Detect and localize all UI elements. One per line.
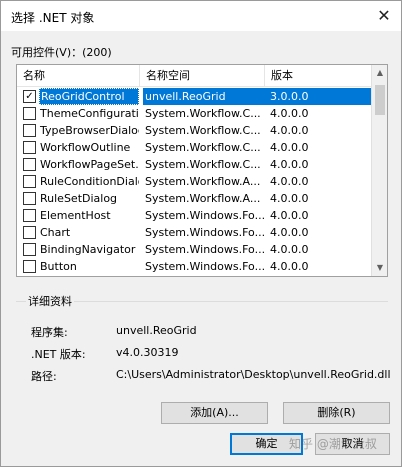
list-header: 名称 名称空间 版本 <box>17 65 372 87</box>
row-version: 3.0.0.0 <box>267 88 373 105</box>
row-version: 4.0.0.0 <box>270 243 309 256</box>
row-namespace: System.Workflow.C... <box>145 107 261 120</box>
row-version: 4.0.0.0 <box>270 192 309 205</box>
net-version-value: v4.0.30319 <box>116 346 179 359</box>
row-namespace: unvell.ReoGrid <box>143 88 267 105</box>
checkbox-icon[interactable] <box>23 209 36 222</box>
remove-button[interactable]: 删除(R) <box>283 402 390 424</box>
window-title: 选择 .NET 对象 <box>11 11 95 25</box>
vertical-scrollbar[interactable]: ▲ ▼ <box>371 65 387 276</box>
net-version-label: .NET 版本: <box>31 348 86 361</box>
checkbox-checked-icon[interactable]: ✓ <box>23 90 36 103</box>
row-namespace: System.Windows.Fo... <box>145 226 265 239</box>
row-name: TypeBrowserDialog <box>40 124 139 137</box>
list-rows: ✓ ReoGridControl unvell.ReoGrid 3.0.0.0 Them… <box>17 88 373 275</box>
scroll-thumb[interactable] <box>375 85 385 115</box>
list-row[interactable]: Button System.Windows.Fo... 4.0.0.0 <box>17 258 372 275</box>
row-version: 4.0.0.0 <box>270 175 309 188</box>
row-namespace: System.Windows.Fo... <box>145 260 265 273</box>
list-row[interactable]: ✓ ReoGridControl unvell.ReoGrid 3.0.0.0 <box>17 88 373 105</box>
checkbox-icon[interactable] <box>23 243 36 256</box>
details-legend: 详细资料 <box>26 293 74 309</box>
path-label: 路径: <box>31 370 57 383</box>
checkbox-icon[interactable] <box>23 141 36 154</box>
scroll-up-icon[interactable]: ▲ <box>372 65 387 81</box>
row-name: ReoGridControl <box>39 88 139 105</box>
checkbox-icon[interactable] <box>23 226 36 239</box>
row-name: Chart <box>40 226 71 239</box>
row-name: RuleSetDialog <box>40 192 118 205</box>
list-row[interactable]: WorkflowPageSet... System.Workflow.C... 4.… <box>17 156 372 173</box>
row-namespace: System.Workflow.C... <box>145 158 261 171</box>
close-icon[interactable]: ✕ <box>373 5 395 27</box>
row-name: ThemeConfigurati... <box>40 107 139 120</box>
column-header-name[interactable]: 名称 <box>17 65 140 87</box>
list-row[interactable]: BindingNavigator System.Windows.Fo... 4.0.… <box>17 241 372 258</box>
row-name: ElementHost <box>40 209 111 222</box>
assembly-label: 程序集: <box>31 326 68 339</box>
assembly-value: unvell.ReoGrid <box>116 324 197 337</box>
list-row[interactable]: TypeBrowserDialog System.Workflow.C... 4.0… <box>17 122 372 139</box>
row-namespace: System.Workflow.C... <box>145 124 261 137</box>
column-header-version[interactable]: 版本 <box>265 65 372 87</box>
row-name: WorkflowOutline <box>40 141 131 154</box>
add-button[interactable]: 添加(A)... <box>161 402 268 424</box>
row-namespace: System.Workflow.C... <box>145 141 261 154</box>
list-row[interactable]: RuleSetDialog System.Workflow.A... 4.0.0.0 <box>17 190 372 207</box>
row-version: 4.0.0.0 <box>270 226 309 239</box>
checkbox-icon[interactable] <box>23 260 36 273</box>
row-name: RuleConditionDialog <box>40 175 139 188</box>
select-net-object-dialog: 选择 .NET 对象 ✕ 可用控件(V)：(200) 名称 名称空间 版本 ✓ R… <box>0 0 402 467</box>
row-namespace: System.Workflow.A... <box>145 175 261 188</box>
row-namespace: System.Windows.Fo... <box>145 243 265 256</box>
list-row[interactable]: ElementHost System.Windows.Fo... 4.0.0.0 <box>17 207 372 224</box>
scroll-down-icon[interactable]: ▼ <box>372 260 387 276</box>
title-bar: 选择 .NET 对象 ✕ <box>1 1 401 31</box>
row-version: 4.0.0.0 <box>270 124 309 137</box>
list-row[interactable]: RuleConditionDialog System.Workflow.A... 4… <box>17 173 372 190</box>
list-row[interactable]: Chart System.Windows.Fo... 4.0.0.0 <box>17 224 372 241</box>
controls-list[interactable]: 名称 名称空间 版本 ✓ ReoGridControl unvell.ReoGrid… <box>16 64 388 277</box>
checkbox-icon[interactable] <box>23 192 36 205</box>
row-name: WorkflowPageSet... <box>40 158 139 171</box>
row-namespace: System.Windows.Fo... <box>145 209 265 222</box>
column-header-namespace[interactable]: 名称空间 <box>140 65 265 87</box>
row-namespace: System.Workflow.A... <box>145 192 261 205</box>
list-row[interactable]: WorkflowOutline System.Workflow.C... 4.0.0… <box>17 139 372 156</box>
available-controls-label: 可用控件(V)：(200) <box>11 46 112 59</box>
row-version: 4.0.0.0 <box>270 158 309 171</box>
row-name: Button <box>40 260 77 273</box>
list-row[interactable]: ThemeConfigurati... System.Workflow.C... 4… <box>17 105 372 122</box>
row-version: 4.0.0.0 <box>270 260 309 273</box>
checkbox-icon[interactable] <box>23 175 36 188</box>
checkbox-icon[interactable] <box>23 124 36 137</box>
watermark-text: 知乎 @潮汐大叔 <box>289 437 377 451</box>
row-version: 4.0.0.0 <box>270 209 309 222</box>
details-group: 详细资料 程序集: unvell.ReoGrid .NET 版本: v4.0.3… <box>16 293 391 391</box>
checkbox-icon[interactable] <box>23 158 36 171</box>
checkbox-icon[interactable] <box>23 107 36 120</box>
row-version: 4.0.0.0 <box>270 141 309 154</box>
row-name: BindingNavigator <box>40 243 136 256</box>
row-version: 4.0.0.0 <box>270 107 309 120</box>
path-value: C:\Users\Administrator\Desktop\unvell.Re… <box>116 368 391 381</box>
